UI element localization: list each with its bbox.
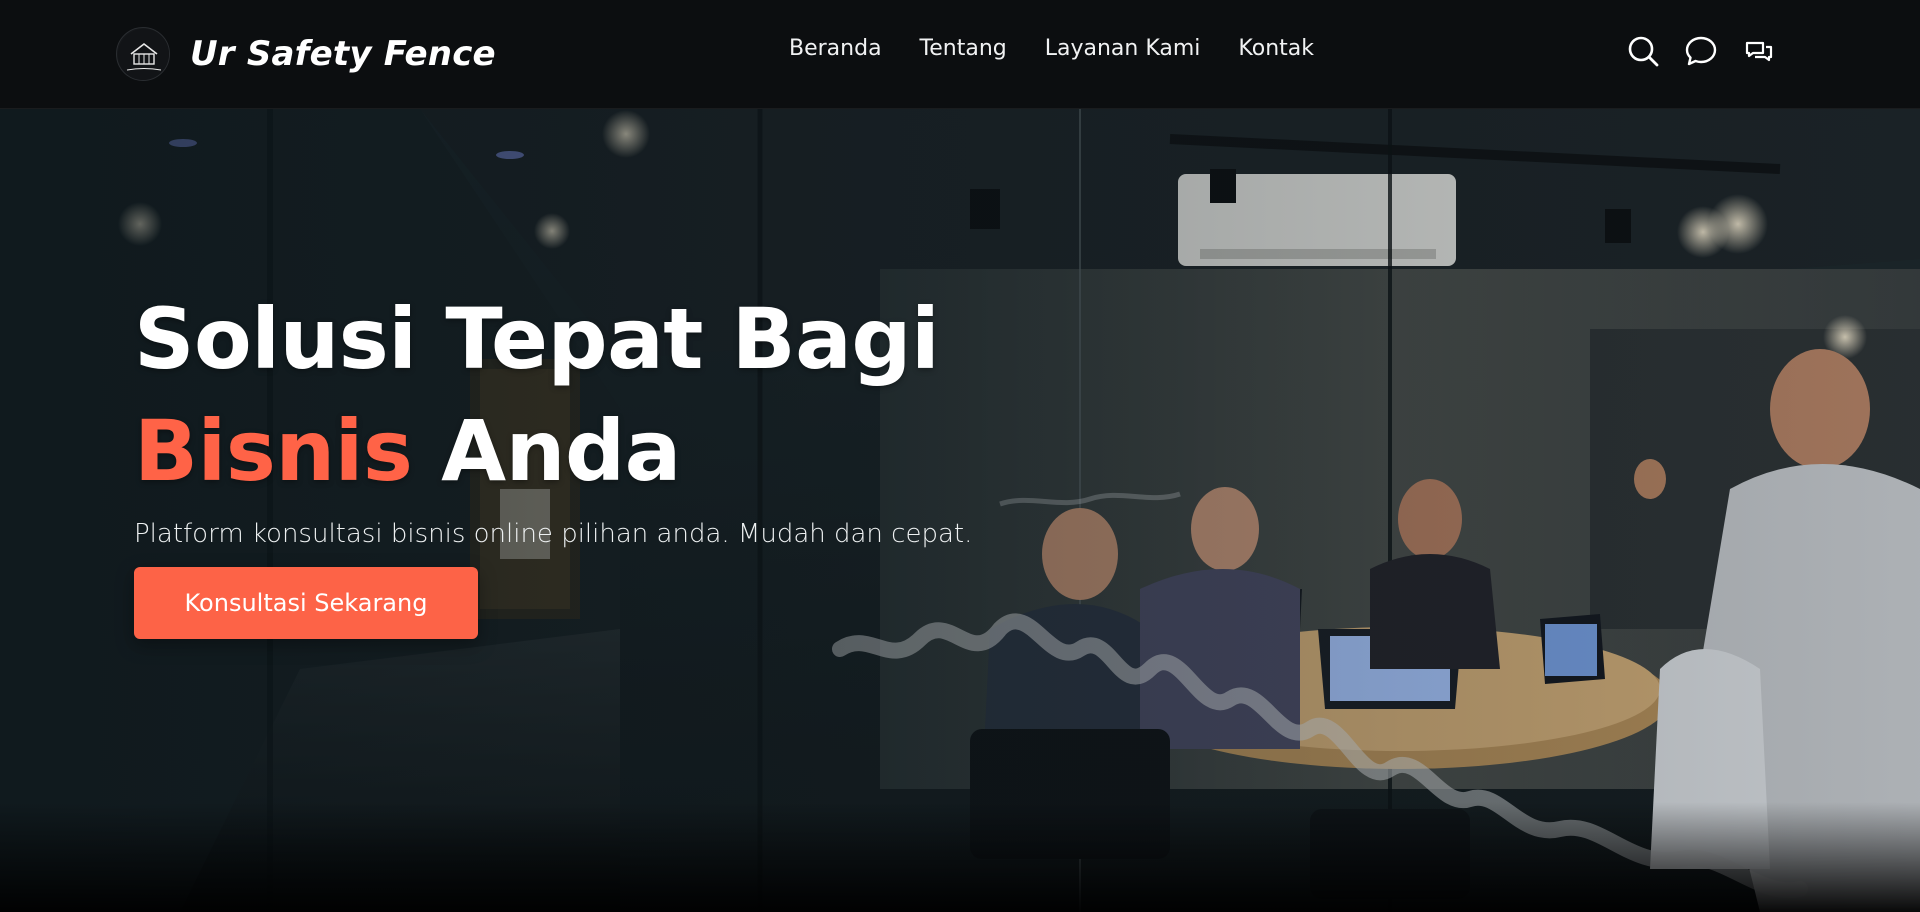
chat-bubble-icon <box>1685 36 1717 66</box>
fence-logo-icon <box>118 29 169 80</box>
nav-link-kontak[interactable]: Kontak <box>1238 36 1314 61</box>
brand-link[interactable]: Ur Safety Fence <box>116 26 496 82</box>
hero-title-accent: Bisnis <box>134 402 413 500</box>
page: Ur Safety Fence Beranda Tentang Layanan … <box>0 0 1920 912</box>
nav-link-tentang[interactable]: Tentang <box>920 36 1007 61</box>
chat-button[interactable] <box>1683 33 1719 69</box>
hero-section: Solusi Tepat Bagi Bisnis Anda Platform k… <box>0 109 1920 912</box>
nav-icons <box>1625 33 1777 69</box>
main-nav: Beranda Tentang Layanan Kami Kontak <box>789 36 1314 61</box>
search-button[interactable] <box>1625 33 1661 69</box>
messages-button[interactable] <box>1741 33 1777 69</box>
brand-logo <box>116 27 170 81</box>
hero-content: Solusi Tepat Bagi Bisnis Anda Platform k… <box>134 283 1034 639</box>
hero-subtitle: Platform konsultasi bisnis online piliha… <box>134 519 973 549</box>
navbar: Ur Safety Fence Beranda Tentang Layanan … <box>0 0 1920 109</box>
consult-now-button[interactable]: Konsultasi Sekarang <box>134 567 478 639</box>
brand-name: Ur Safety Fence <box>190 34 496 74</box>
hero-title: Solusi Tepat Bagi Bisnis Anda <box>134 283 1034 507</box>
nav-link-beranda[interactable]: Beranda <box>789 36 882 61</box>
messages-icon <box>1745 41 1773 62</box>
hero-title-line1: Solusi Tepat Bagi <box>134 290 940 388</box>
nav-link-layanan-kami[interactable]: Layanan Kami <box>1045 36 1201 61</box>
hero-title-line2-rest: Anda <box>441 402 681 500</box>
hero-bottom-fade <box>0 802 1920 912</box>
search-icon <box>1628 36 1659 67</box>
